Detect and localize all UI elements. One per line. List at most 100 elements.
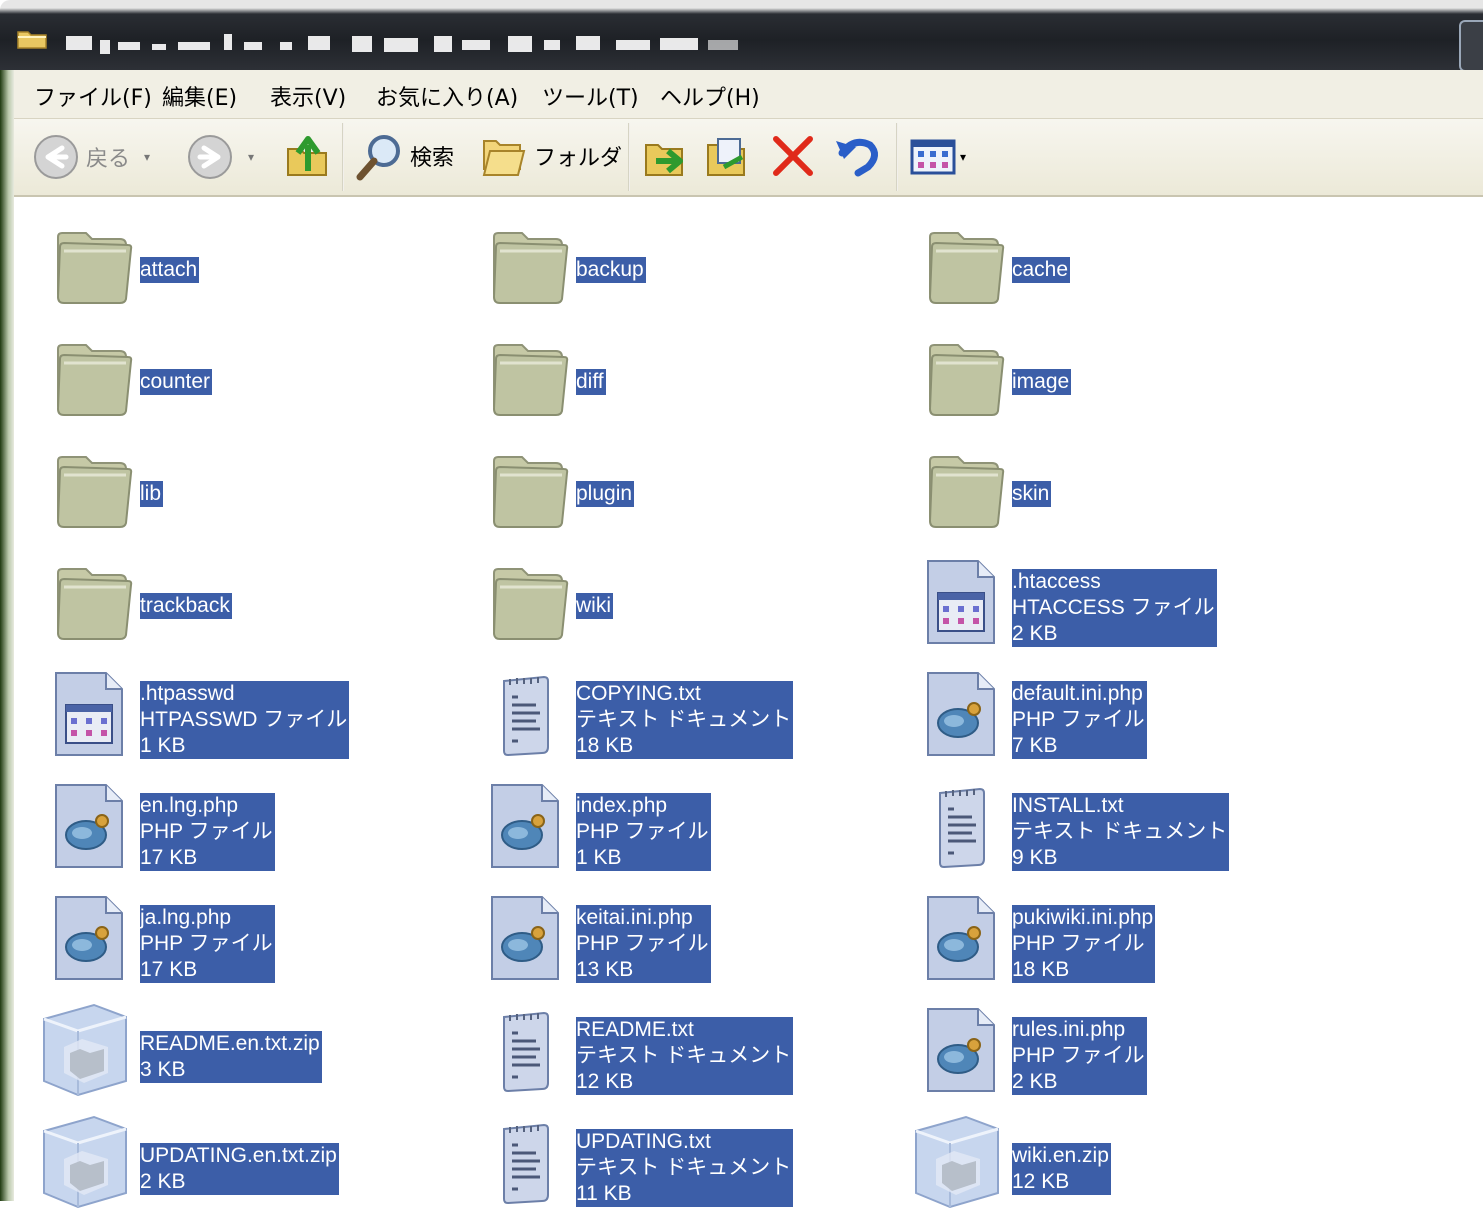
file-label: counter — [140, 369, 213, 395]
back-button[interactable]: 戻る ▾ — [32, 133, 150, 181]
folders-icon — [482, 140, 526, 176]
file-size: 11 KB — [576, 1182, 632, 1205]
file-label: .htaccess HTACCESS ファイル 2 KB — [1012, 569, 1217, 647]
file-type: PHP ファイル — [1012, 1044, 1145, 1067]
zip-archive-icon — [34, 997, 134, 1097]
file-name: UPDATING.en.txt.zip — [140, 1144, 337, 1167]
file-item[interactable]: lib — [34, 437, 454, 537]
menu-file[interactable]: ファイル(F) — [34, 80, 152, 112]
file-label: wiki.en.zip 12 KB — [1012, 1143, 1111, 1195]
file-name: lib — [140, 482, 162, 505]
file-name: index.php — [576, 794, 668, 817]
file-item[interactable]: ja.lng.php PHP ファイル 17 KB — [34, 885, 454, 985]
file-name: cache — [1012, 258, 1069, 281]
menu-help[interactable]: ヘルプ(H) — [660, 80, 760, 112]
file-name: backup — [576, 258, 644, 281]
folder-icon — [34, 549, 134, 649]
delete-button[interactable] — [770, 133, 816, 179]
php-file-icon — [906, 661, 1006, 761]
file-size: 1 KB — [140, 734, 186, 757]
file-label: INSTALL.txt テキスト ドキュメント 9 KB — [1012, 793, 1230, 871]
file-size: 2 KB — [1012, 1070, 1058, 1093]
views-icon — [910, 139, 956, 175]
file-item[interactable]: attach — [34, 213, 454, 313]
folder-icon — [470, 213, 570, 313]
file-name: default.ini.php — [1012, 682, 1143, 705]
menu-favorites[interactable]: お気に入り(A) — [376, 80, 518, 112]
file-name: attach — [140, 258, 198, 281]
file-type: PHP ファイル — [576, 820, 709, 843]
folder-icon — [470, 549, 570, 649]
file-label: attach — [140, 257, 200, 283]
file-item[interactable]: pukiwiki.ini.php PHP ファイル 18 KB — [906, 885, 1326, 985]
file-name: en.lng.php — [140, 794, 239, 817]
folder-icon — [470, 325, 570, 425]
folder-icon — [470, 437, 570, 537]
move-to-icon — [645, 144, 683, 176]
file-name: counter — [140, 370, 211, 393]
menu-tools[interactable]: ツール(T) — [542, 80, 639, 112]
window-border — [0, 70, 14, 1201]
file-name: wiki.en.zip — [1012, 1144, 1109, 1167]
back-dropdown-icon[interactable]: ▾ — [144, 150, 150, 164]
file-type: PHP ファイル — [140, 820, 273, 843]
views-button[interactable]: ▾ — [910, 137, 966, 177]
minimize-button[interactable] — [1459, 20, 1483, 70]
move-to-button[interactable] — [642, 131, 692, 181]
up-folder-button[interactable] — [284, 131, 332, 181]
file-item[interactable]: UPDATING.txt テキスト ドキュメント 11 KB — [470, 1109, 890, 1209]
file-item[interactable]: wiki — [470, 549, 890, 649]
file-label: default.ini.php PHP ファイル 7 KB — [1012, 681, 1147, 759]
file-item[interactable]: index.php PHP ファイル 1 KB — [470, 773, 890, 873]
file-item[interactable]: skin — [906, 437, 1326, 537]
copy-to-button[interactable] — [704, 131, 754, 181]
folders-button[interactable]: フォルダ — [480, 133, 622, 179]
toolbar: 戻る ▾ ▾ 検索 フォルダ ▾ — [14, 119, 1483, 197]
forward-dropdown-icon[interactable]: ▾ — [248, 150, 254, 164]
file-name: ja.lng.php — [140, 906, 232, 929]
file-item[interactable]: README.en.txt.zip 3 KB — [34, 997, 454, 1097]
text-document-icon — [470, 661, 570, 761]
file-item[interactable]: .htpasswd HTPASSWD ファイル 1 KB — [34, 661, 454, 761]
file-label: COPYING.txt テキスト ドキュメント 18 KB — [576, 681, 794, 759]
file-label: diff — [576, 369, 606, 395]
file-type: PHP ファイル — [1012, 932, 1145, 955]
views-dropdown-icon[interactable]: ▾ — [960, 150, 966, 164]
file-item[interactable]: backup — [470, 213, 890, 313]
file-item[interactable]: keitai.ini.php PHP ファイル 13 KB — [470, 885, 890, 985]
file-item[interactable]: image — [906, 325, 1326, 425]
file-name: diff — [576, 370, 604, 393]
zip-archive-icon — [906, 1109, 1006, 1209]
folder-icon — [906, 437, 1006, 537]
php-file-icon — [34, 885, 134, 985]
folder-icon — [34, 213, 134, 313]
menu-edit[interactable]: 編集(E) — [162, 80, 237, 112]
file-item[interactable]: diff — [470, 325, 890, 425]
menu-view[interactable]: 表示(V) — [270, 80, 346, 112]
undo-button[interactable] — [832, 131, 882, 181]
forward-button[interactable]: ▾ — [186, 133, 254, 181]
file-item[interactable]: rules.ini.php PHP ファイル 2 KB — [906, 997, 1326, 1097]
file-name: COPYING.txt — [576, 682, 701, 705]
file-item[interactable]: .htaccess HTACCESS ファイル 2 KB — [906, 549, 1326, 649]
file-item[interactable]: counter — [34, 325, 454, 425]
file-item[interactable]: UPDATING.en.txt.zip 2 KB — [34, 1109, 454, 1209]
file-item[interactable]: default.ini.php PHP ファイル 7 KB — [906, 661, 1326, 761]
file-item[interactable]: wiki.en.zip 12 KB — [906, 1109, 1326, 1209]
search-button[interactable]: 検索 — [354, 131, 454, 181]
file-item[interactable]: README.txt テキスト ドキュメント 12 KB — [470, 997, 890, 1097]
file-item[interactable]: trackback — [34, 549, 454, 649]
forward-arrow-icon — [188, 135, 232, 179]
file-type: PHP ファイル — [140, 932, 273, 955]
file-name: pukiwiki.ini.php — [1012, 906, 1154, 929]
file-size: 18 KB — [1012, 958, 1070, 981]
file-name: INSTALL.txt — [1012, 794, 1124, 817]
file-item[interactable]: COPYING.txt テキスト ドキュメント 18 KB — [470, 661, 890, 761]
file-item[interactable]: en.lng.php PHP ファイル 17 KB — [34, 773, 454, 873]
file-size: 12 KB — [1012, 1170, 1070, 1193]
file-item[interactable]: cache — [906, 213, 1326, 313]
copy-to-icon — [707, 138, 745, 176]
file-label: image — [1012, 369, 1072, 395]
file-item[interactable]: INSTALL.txt テキスト ドキュメント 9 KB — [906, 773, 1326, 873]
file-item[interactable]: plugin — [470, 437, 890, 537]
